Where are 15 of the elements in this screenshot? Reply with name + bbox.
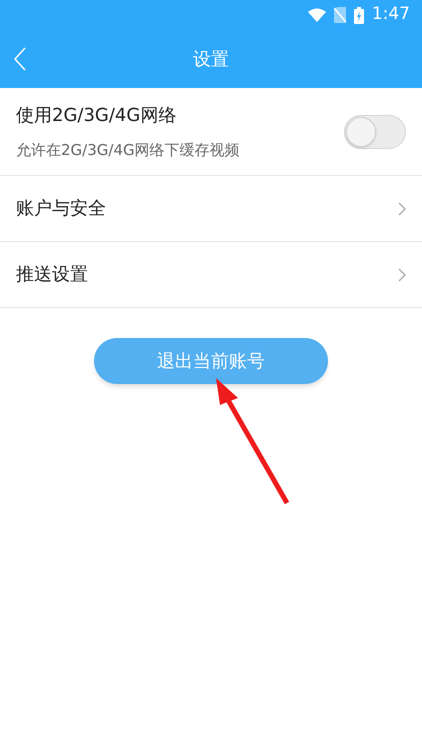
settings-row[interactable]: 账户与安全 bbox=[0, 175, 422, 241]
setting-label: 账户与安全 bbox=[16, 197, 106, 221]
settings-row[interactable]: 推送设置 bbox=[0, 241, 422, 307]
setting-description: 允许在2G/3G/4G网络下缓存视频 bbox=[16, 140, 240, 161]
battery-icon bbox=[354, 6, 364, 24]
network-toggle[interactable] bbox=[344, 114, 406, 148]
setting-label: 使用2G/3G/4G网络 bbox=[16, 104, 178, 128]
chevron-right-icon bbox=[398, 268, 406, 282]
back-icon[interactable] bbox=[14, 47, 26, 71]
no-sim-icon bbox=[334, 7, 346, 23]
setting-label: 推送设置 bbox=[16, 263, 88, 287]
wifi-icon bbox=[308, 8, 326, 22]
chevron-right-icon bbox=[398, 202, 406, 216]
status-time: 1:47 bbox=[372, 3, 410, 26]
page-title: 设置 bbox=[193, 48, 229, 72]
